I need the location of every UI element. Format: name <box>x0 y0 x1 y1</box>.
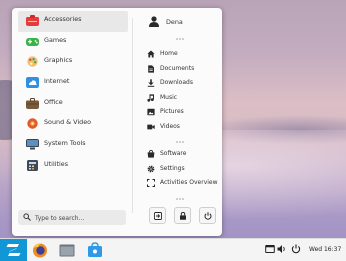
user-name: Dena <box>166 18 183 26</box>
pictures-icon <box>147 108 155 116</box>
accessories-icon <box>26 15 39 26</box>
place-label: Videos <box>160 122 180 130</box>
internet-icon <box>26 77 39 89</box>
power-button[interactable] <box>199 207 216 224</box>
category-list: Accessories Games Graphics Internet Offi… <box>18 11 128 177</box>
category-label: Graphics <box>44 56 73 65</box>
documents-icon <box>148 64 154 73</box>
logout-button[interactable] <box>149 207 166 224</box>
place-label: Pictures <box>160 108 184 115</box>
utilities-icon <box>27 159 38 171</box>
power-icon[interactable] <box>291 244 301 254</box>
category-system-tools[interactable]: System Tools <box>18 135 128 156</box>
category-label: Office <box>44 97 63 106</box>
category-label: Accessories <box>44 15 82 23</box>
separator-dots <box>176 38 184 40</box>
separator-dots <box>176 198 184 200</box>
home-icon <box>147 50 155 58</box>
category-label: Sound & Video <box>44 118 92 127</box>
category-utilities[interactable]: Utilities <box>18 156 128 177</box>
software-icon <box>147 150 155 158</box>
zorin-logo-icon <box>6 244 21 256</box>
firefox-icon[interactable] <box>32 242 48 258</box>
search-input[interactable] <box>33 211 125 225</box>
place-label: Documents <box>160 64 195 72</box>
software-store-icon[interactable] <box>87 242 103 258</box>
category-games[interactable]: Games <box>18 32 128 53</box>
office-icon <box>26 97 39 109</box>
taskbar: Wed 16:37 <box>0 238 346 261</box>
search-box[interactable] <box>18 210 126 225</box>
power-icon <box>204 212 212 220</box>
separator-dots <box>176 141 184 143</box>
place-label: Downloads <box>160 79 193 86</box>
user-icon <box>149 16 159 27</box>
start-menu-button[interactable] <box>0 239 27 261</box>
category-sound-video[interactable]: Sound & Video <box>18 114 128 135</box>
category-label: System Tools <box>44 139 86 148</box>
logout-icon <box>154 212 162 220</box>
app-menu: Accessories Games Graphics Internet Offi… <box>12 8 222 236</box>
category-label: Internet <box>44 77 70 86</box>
category-label: Games <box>44 35 67 44</box>
category-internet[interactable]: Internet <box>18 73 128 94</box>
category-office[interactable]: Office <box>18 94 128 115</box>
search-icon <box>23 213 31 221</box>
category-label: Utilities <box>44 159 69 168</box>
place-label: Music <box>160 93 178 101</box>
category-graphics[interactable]: Graphics <box>18 52 128 73</box>
graphics-icon <box>27 56 38 68</box>
system-tools-icon <box>26 139 39 150</box>
volume-icon[interactable] <box>277 244 287 254</box>
music-icon <box>147 93 154 102</box>
activities-icon <box>147 179 155 187</box>
system-label: Activities Overview <box>160 179 218 186</box>
system-label: Software <box>160 150 187 157</box>
downloads-icon <box>147 79 155 87</box>
lock-icon <box>180 212 186 220</box>
system-label: Settings <box>160 164 185 172</box>
settings-icon <box>147 165 155 172</box>
category-accessories[interactable]: Accessories <box>18 11 128 32</box>
menu-divider <box>132 18 133 213</box>
clock[interactable]: Wed 16:37 <box>309 246 341 253</box>
games-icon <box>26 37 39 46</box>
window-icon[interactable] <box>265 244 275 254</box>
lock-button[interactable] <box>174 207 191 224</box>
files-icon[interactable] <box>59 242 75 258</box>
videos-icon <box>147 124 155 129</box>
place-label: Home <box>160 50 178 57</box>
sound-video-icon <box>27 118 38 130</box>
